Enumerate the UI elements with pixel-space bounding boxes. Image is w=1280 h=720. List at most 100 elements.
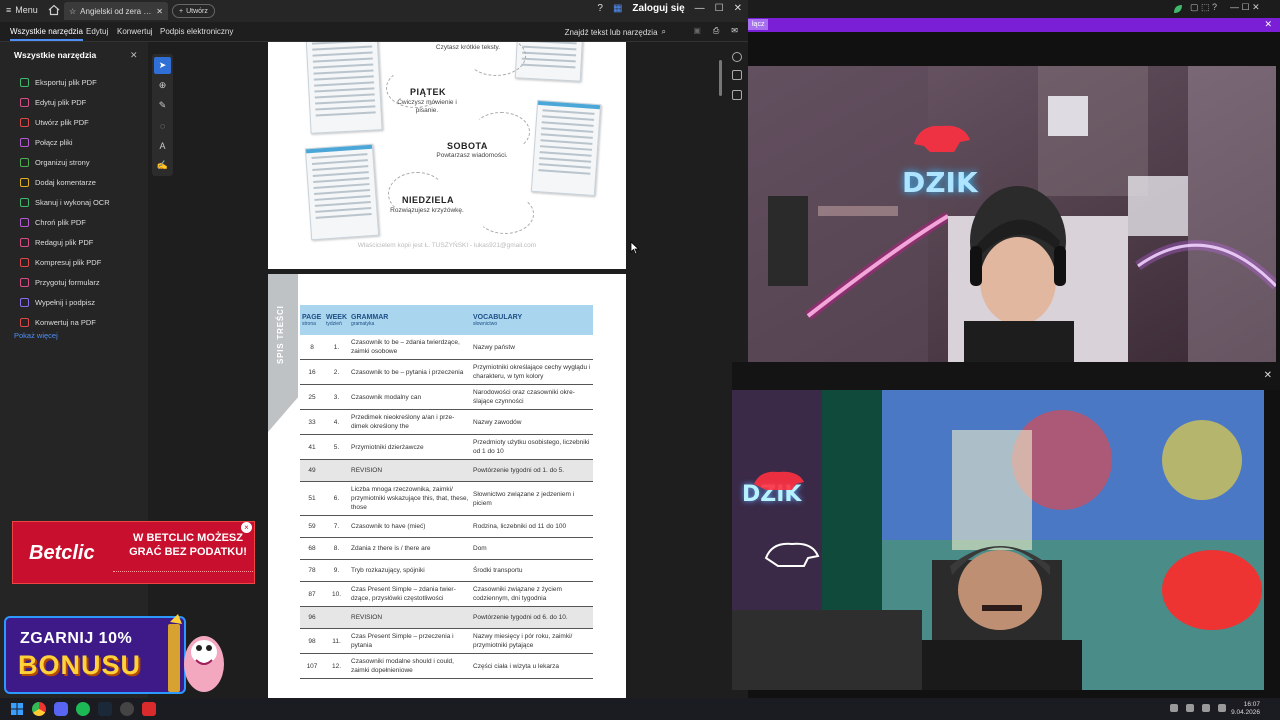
scrollbar-thumb[interactable] (719, 60, 722, 96)
plus-icon: + (179, 7, 184, 15)
close-sidebar-icon[interactable]: ✕ (130, 50, 138, 61)
worksheet-thumbnail (530, 99, 602, 197)
cell-vocab: Narodowości oraz czasowniki okre­ślające… (471, 384, 593, 410)
acrobat-icon[interactable] (142, 702, 156, 716)
close-window-icon[interactable]: ✕ (734, 3, 742, 14)
column-header: WEEK (326, 313, 347, 321)
sidebar-tool-item[interactable]: Wypełnij i podpisz (20, 292, 110, 312)
day-title: PIĄTEK (410, 87, 447, 97)
cell-vocab: Dom (471, 537, 593, 560)
sidebar-tool-item[interactable]: Utwórz plik PDF (20, 112, 110, 132)
text-tool-icon[interactable]: A (154, 137, 171, 154)
sidebar-tool-item[interactable]: Redaguj plik PDF (20, 232, 110, 252)
chrome-icon[interactable] (32, 702, 46, 716)
cell-week: 3. (324, 384, 349, 410)
zoom-tool-icon[interactable]: ⊕ (154, 77, 171, 94)
stamp-tool-icon[interactable]: ✍ (154, 157, 171, 174)
save-icon[interactable]: ▣ (693, 26, 701, 36)
table-row: 98 11. Czas Present Simple – przeczenia i … (300, 628, 593, 654)
day-title: SOBOTA (447, 141, 488, 151)
cell-vocab: Powtórzenie tygodni od 1. do 5. (471, 459, 593, 482)
sidebar-tool-label: Kompresuj plik PDF (35, 257, 102, 267)
cell-grammar: Czasownik to be – pytania i przecze­nia (349, 359, 471, 385)
tray-volume-icon[interactable] (1218, 704, 1226, 712)
star-icon[interactable]: ☆ (69, 7, 76, 16)
close-tab-icon[interactable]: ✕ (156, 7, 163, 16)
tray-network-icon[interactable] (1202, 704, 1210, 712)
tool-icon (20, 97, 29, 107)
sidebar-tool-label: Organizuj strony (35, 157, 90, 167)
obs-icon[interactable] (120, 702, 134, 716)
clock[interactable]: 16:07 9.04.2026 (1231, 701, 1260, 717)
spotify-icon[interactable] (76, 702, 90, 716)
sidebar-tool-item[interactable]: Skanuj i wykonaj OCR (20, 192, 110, 212)
discord-icon[interactable] (54, 702, 68, 716)
tool-icon (20, 297, 29, 307)
table-row: 8 1. Czasownik to be – zdania twier­dzące,… (300, 335, 593, 360)
betclic-ad-banner[interactable]: Betclic W BETCLIC MOŻESZ GRAĆ BEZ PODATK… (12, 521, 255, 584)
ai-assistant-icon[interactable] (732, 52, 742, 62)
cell-vocab: Środki transportu (471, 559, 593, 582)
sidebar-tool-item[interactable]: Dodaj komentarze (20, 172, 110, 192)
find-field[interactable]: Znajdź tekst lub narzędzia ⌕ (565, 27, 666, 37)
sidebar-tool-item[interactable]: Połącz pliki (20, 132, 110, 152)
close-bar-icon[interactable]: ✕ (1264, 19, 1272, 30)
window-icons[interactable]: ▢ ⬚ ? (1190, 2, 1217, 13)
pages-panel-icon[interactable] (732, 70, 742, 80)
menu-e-signature[interactable]: Podpis elektroniczny (160, 27, 233, 36)
help-icon[interactable]: ? (597, 3, 603, 14)
steam-icon[interactable] (98, 702, 112, 716)
column-header: PAGE (302, 313, 322, 321)
copy-panel-icon[interactable] (732, 90, 742, 100)
tray-chevron-icon[interactable] (1170, 704, 1178, 712)
maximize-icon[interactable]: ☐ (715, 3, 724, 14)
select-tool-icon[interactable]: ➤ (154, 57, 171, 74)
clock-date: 9.04.2026 (1231, 709, 1260, 716)
menu-all-tools[interactable]: Wszystkie narzędzia (10, 27, 83, 41)
cell-page: 25 (300, 384, 324, 410)
bonus-ad-banner[interactable]: ZGARNIJ 10% BONUSU (4, 616, 186, 694)
sidebar-tool-label: Eksportuj plik PDF (35, 77, 97, 87)
sidebar-tool-item[interactable]: Chroń plik PDF (20, 212, 110, 232)
show-more-link[interactable]: Pokaż więcej (14, 331, 58, 340)
pen-tool-icon[interactable]: ✎ (154, 97, 171, 114)
tray-mic-icon[interactable] (1186, 704, 1194, 712)
leaf-icon (1174, 5, 1182, 13)
print-icon[interactable]: ⎙ (713, 26, 719, 36)
cell-page: 49 (300, 459, 324, 482)
column-subheader: gramatyka (351, 320, 375, 327)
sidebar-tool-item[interactable]: Kompresuj plik PDF (20, 252, 110, 272)
sidebar-tool-item[interactable]: Edytuj plik PDF (20, 92, 110, 112)
room-scene (748, 66, 1276, 362)
new-tab-button[interactable]: + Utwórz (172, 4, 215, 18)
new-tab-label: Utwórz (186, 7, 208, 15)
document-tab[interactable]: ☆ Angielski od zera w ... ✕ (64, 2, 168, 20)
menu-edit[interactable]: Edytuj (86, 27, 108, 36)
cell-grammar: Przymiotniki dzierżawcze (349, 434, 471, 460)
sidebar-tool-item[interactable]: Konwertuj na PDF (20, 312, 110, 332)
day-title: NIEDZIELA (402, 195, 455, 205)
lasso-tool-icon[interactable]: ◌ (154, 117, 171, 134)
day-caption: Czytasz krótkie teksty. (435, 44, 501, 51)
close-camera-icon[interactable]: ✕ (1264, 370, 1272, 381)
connect-button[interactable]: łącz (748, 19, 769, 30)
sidebar-tool-item[interactable]: Przygotuj formularz (20, 272, 110, 292)
table-row: 51 6. Liczba mnoga rzeczownika, zaimki/ pr… (300, 481, 593, 516)
menu-convert[interactable]: Konwertuj (117, 27, 153, 36)
sidebar-tool-item[interactable]: Eksportuj plik PDF (20, 72, 110, 92)
betclic-logo-text: Betclic (29, 542, 95, 564)
menu-button[interactable]: ≡ Menu (6, 5, 38, 15)
close-ad-icon[interactable]: × (241, 522, 252, 533)
crossword-thumbnail (304, 143, 380, 241)
pdf-page-2: SPIS TREŚCI PAGE strona WEEK tydzień GRAMM… (268, 274, 626, 704)
login-button[interactable]: Zaloguj się (632, 3, 684, 14)
tool-icon (20, 77, 29, 87)
start-icon[interactable] (10, 702, 24, 716)
home-icon[interactable] (48, 4, 60, 16)
window-controls[interactable]: — ☐ ✕ (1230, 2, 1260, 13)
minimize-icon[interactable]: — (695, 3, 705, 14)
apps-grid-icon[interactable]: ▦ (613, 3, 622, 14)
mail-icon[interactable]: ✉ (731, 26, 738, 36)
sidebar-tool-item[interactable]: Organizuj strony (20, 152, 110, 172)
sidebar-tool-label: Utwórz plik PDF (35, 117, 89, 127)
